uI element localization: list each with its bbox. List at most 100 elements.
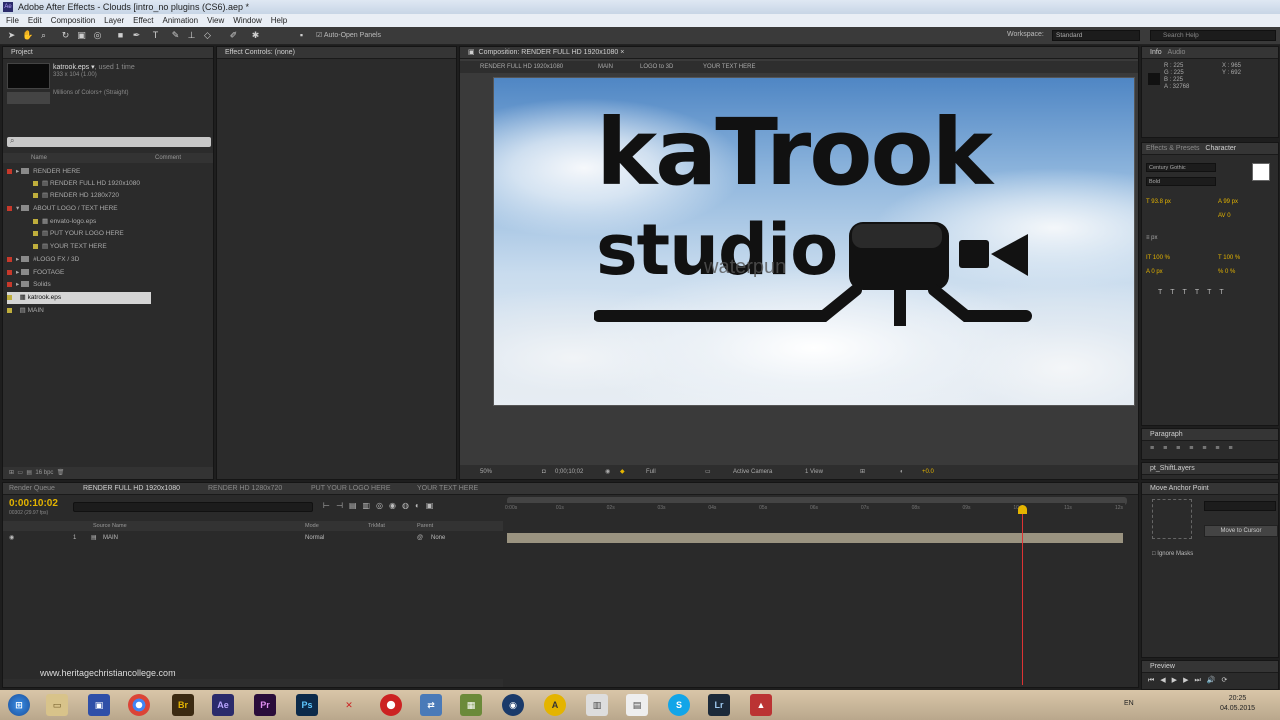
language-indicator[interactable]: EN bbox=[1124, 700, 1134, 707]
render-queue-tab[interactable]: Render Queue bbox=[9, 485, 55, 492]
camera-snapshot-icon[interactable]: ◉ bbox=[605, 465, 610, 479]
roto-brush-tool-icon[interactable]: ✐ bbox=[228, 30, 239, 41]
exposure-icon[interactable]: ◐ bbox=[900, 465, 904, 479]
baseline-shift-field[interactable]: A 0 px bbox=[1146, 269, 1163, 275]
project-item-about-logo[interactable]: ▾ ABOUT LOGO / TEXT HERE bbox=[7, 203, 118, 215]
breadcrumb-your-text[interactable]: YOUR TEXT HERE bbox=[703, 61, 755, 73]
anchor-offset-field[interactable] bbox=[1204, 501, 1276, 511]
time-ruler[interactable]: 0:00s01s02s03s04s05s06s07s08s09s10s11s12… bbox=[505, 503, 1125, 515]
breadcrumb-render-full-hd[interactable]: RENDER FULL HD 1920x1080 bbox=[480, 61, 563, 73]
comp-timecode[interactable]: 0;00;10;02 bbox=[555, 465, 583, 479]
search-help-input[interactable]: Search Help bbox=[1150, 30, 1276, 41]
menu-window[interactable]: Window bbox=[233, 14, 261, 27]
fill-color-swatch[interactable] bbox=[1252, 163, 1270, 181]
timeline-tab-put-your-logo[interactable]: PUT YOUR LOGO HERE bbox=[311, 483, 390, 495]
premiere-icon[interactable]: Pr bbox=[254, 694, 276, 716]
hand-tool-icon[interactable]: ✋ bbox=[22, 30, 33, 41]
project-item-logo-fx[interactable]: ▸ #LOGO FX / 3D bbox=[7, 254, 79, 266]
info-tab[interactable]: Info Audio bbox=[1142, 47, 1278, 59]
camera-tool-icon[interactable]: ▣ bbox=[76, 30, 87, 41]
photos-icon[interactable]: ▦ bbox=[460, 694, 482, 716]
composition-viewer[interactable]: kaTrook studio waterpun bbox=[493, 77, 1135, 406]
effects-presets-tab[interactable]: Effects & Presets bbox=[1146, 145, 1200, 152]
rotate-tool-icon[interactable]: ↻ bbox=[60, 30, 71, 41]
leading-field[interactable]: A 99 px bbox=[1218, 199, 1238, 205]
snapshot-icon[interactable]: ◘ bbox=[542, 465, 546, 479]
brush-tool-icon[interactable]: ✎ bbox=[170, 30, 181, 41]
stroke-width-field[interactable]: ≡ px bbox=[1146, 235, 1158, 241]
notepad-icon[interactable]: ▤ bbox=[626, 694, 648, 716]
media-player-icon[interactable]: ◉ bbox=[502, 694, 524, 716]
column-parent[interactable]: Parent bbox=[417, 521, 433, 531]
vertical-scale-field[interactable]: IT 100 % bbox=[1146, 255, 1170, 261]
timeline-tab-render-hd[interactable]: RENDER HD 1280x720 bbox=[208, 483, 282, 495]
menu-effect[interactable]: Effect bbox=[133, 14, 153, 27]
layer-parent-select[interactable]: None bbox=[431, 533, 445, 544]
timeline-timecode[interactable]: 0:00:10:02 bbox=[9, 498, 58, 509]
lock-icon[interactable]: ▣ bbox=[468, 49, 475, 56]
network-icon[interactable]: ⇄ bbox=[420, 694, 442, 716]
column-trkmat[interactable]: TrkMat bbox=[368, 521, 385, 531]
column-source-name[interactable]: Source Name bbox=[93, 521, 127, 531]
menu-file[interactable]: File bbox=[6, 14, 19, 27]
font-size-field[interactable]: T 93.8 px bbox=[1146, 199, 1171, 205]
font-family-select[interactable]: Century Gothic bbox=[1146, 163, 1216, 172]
composition-tab[interactable]: ▣ Composition: RENDER FULL HD 1920x1080 … bbox=[460, 47, 1138, 59]
calculator-icon[interactable]: ▥ bbox=[586, 694, 608, 716]
breadcrumb-logo-to-3d[interactable]: LOGO to 3D bbox=[640, 61, 673, 73]
new-comp-icon[interactable]: ▤ bbox=[26, 470, 32, 476]
zoom-tool-icon[interactable]: ⌕ bbox=[38, 30, 49, 41]
menu-help[interactable]: Help bbox=[271, 14, 287, 27]
layer-mode-select[interactable]: Normal bbox=[305, 533, 324, 544]
menu-animation[interactable]: Animation bbox=[162, 14, 198, 27]
layer-duration-bar[interactable] bbox=[507, 533, 1123, 543]
column-comment[interactable]: Comment bbox=[155, 153, 181, 163]
project-item-main[interactable]: ▤ MAIN bbox=[7, 305, 44, 317]
clone-stamp-tool-icon[interactable]: ⊥ bbox=[186, 30, 197, 41]
bridge-icon[interactable]: Br bbox=[172, 694, 194, 716]
eraser-tool-icon[interactable]: ◇ bbox=[202, 30, 213, 41]
preview-tab[interactable]: Preview bbox=[1142, 661, 1278, 673]
exposure-value[interactable]: +0.0 bbox=[922, 465, 934, 479]
project-item-put-your-logo[interactable]: ▤ PUT YOUR LOGO HERE bbox=[33, 228, 124, 240]
type-tool-icon[interactable]: T bbox=[150, 30, 161, 41]
new-folder-icon[interactable]: ▭ bbox=[17, 470, 23, 476]
antivirus-icon[interactable]: ✕ bbox=[338, 694, 360, 716]
timeline-layer-row[interactable]: ◉ 1 ▤ MAIN Normal @ None bbox=[3, 533, 503, 544]
paragraph-panel-tab[interactable]: Paragraph bbox=[1142, 429, 1278, 441]
column-mode[interactable]: Mode bbox=[305, 521, 319, 531]
project-item-render-full-hd[interactable]: ▤ RENDER FULL HD 1920x1080 bbox=[33, 178, 140, 190]
chrome-icon[interactable] bbox=[128, 694, 150, 716]
project-item-your-text[interactable]: ▤ YOUR TEXT HERE bbox=[33, 241, 107, 253]
project-item-envato-logo[interactable]: ▦ envato-logo.eps bbox=[33, 216, 96, 228]
explorer-icon[interactable]: ▭ bbox=[46, 694, 68, 716]
project-panel-tab[interactable]: Project bbox=[3, 47, 213, 59]
timeline-switch-icons[interactable]: ⊢⊣▤▥◎◉◍◐▣ bbox=[323, 501, 439, 510]
timeline-tab-your-text[interactable]: YOUR TEXT HERE bbox=[417, 483, 478, 495]
after-effects-taskbar-icon[interactable]: Ae bbox=[212, 694, 234, 716]
save-icon[interactable]: ▣ bbox=[88, 694, 110, 716]
preview-controls[interactable]: ⏮◀▶▶⏭🔊⟳ bbox=[1148, 676, 1233, 685]
app-icon[interactable]: ▲ bbox=[750, 694, 772, 716]
tracking-field[interactable]: AV 0 bbox=[1218, 213, 1231, 219]
pan-behind-tool-icon[interactable]: ◎ bbox=[92, 30, 103, 41]
move-anchor-tab[interactable]: Move Anchor Point bbox=[1142, 483, 1278, 495]
project-search-input[interactable]: ⌕ bbox=[7, 136, 211, 147]
trash-icon[interactable]: 🗑 bbox=[57, 470, 65, 476]
paragraph-align-buttons[interactable]: ≡≡≡≡≡≡≡ bbox=[1150, 445, 1242, 452]
puppet-tool-icon[interactable]: ✱ bbox=[250, 30, 261, 41]
menu-layer[interactable]: Layer bbox=[104, 14, 124, 27]
font-style-select[interactable]: Bold bbox=[1146, 177, 1216, 186]
tsume-field[interactable]: % 0 % bbox=[1218, 269, 1235, 275]
breadcrumb-main[interactable]: MAIN bbox=[598, 61, 613, 73]
rectangle-tool-icon[interactable]: ■ bbox=[115, 30, 126, 41]
visibility-eye-icon[interactable]: ◉ bbox=[9, 533, 14, 544]
auto-open-panels-checkbox[interactable]: ☑ Auto-Open Panels bbox=[316, 31, 381, 39]
ignore-masks-checkbox[interactable]: □ Ignore Masks bbox=[1152, 551, 1193, 557]
system-clock[interactable]: 20:25 04.05.2015 bbox=[1220, 694, 1255, 714]
color-channel-icon[interactable]: ◆ bbox=[620, 465, 625, 479]
selection-tool-icon[interactable]: ➤ bbox=[6, 30, 17, 41]
views-select[interactable]: 1 View bbox=[805, 465, 823, 479]
menu-view[interactable]: View bbox=[207, 14, 224, 27]
region-of-interest-icon[interactable]: ▭ bbox=[705, 465, 711, 479]
